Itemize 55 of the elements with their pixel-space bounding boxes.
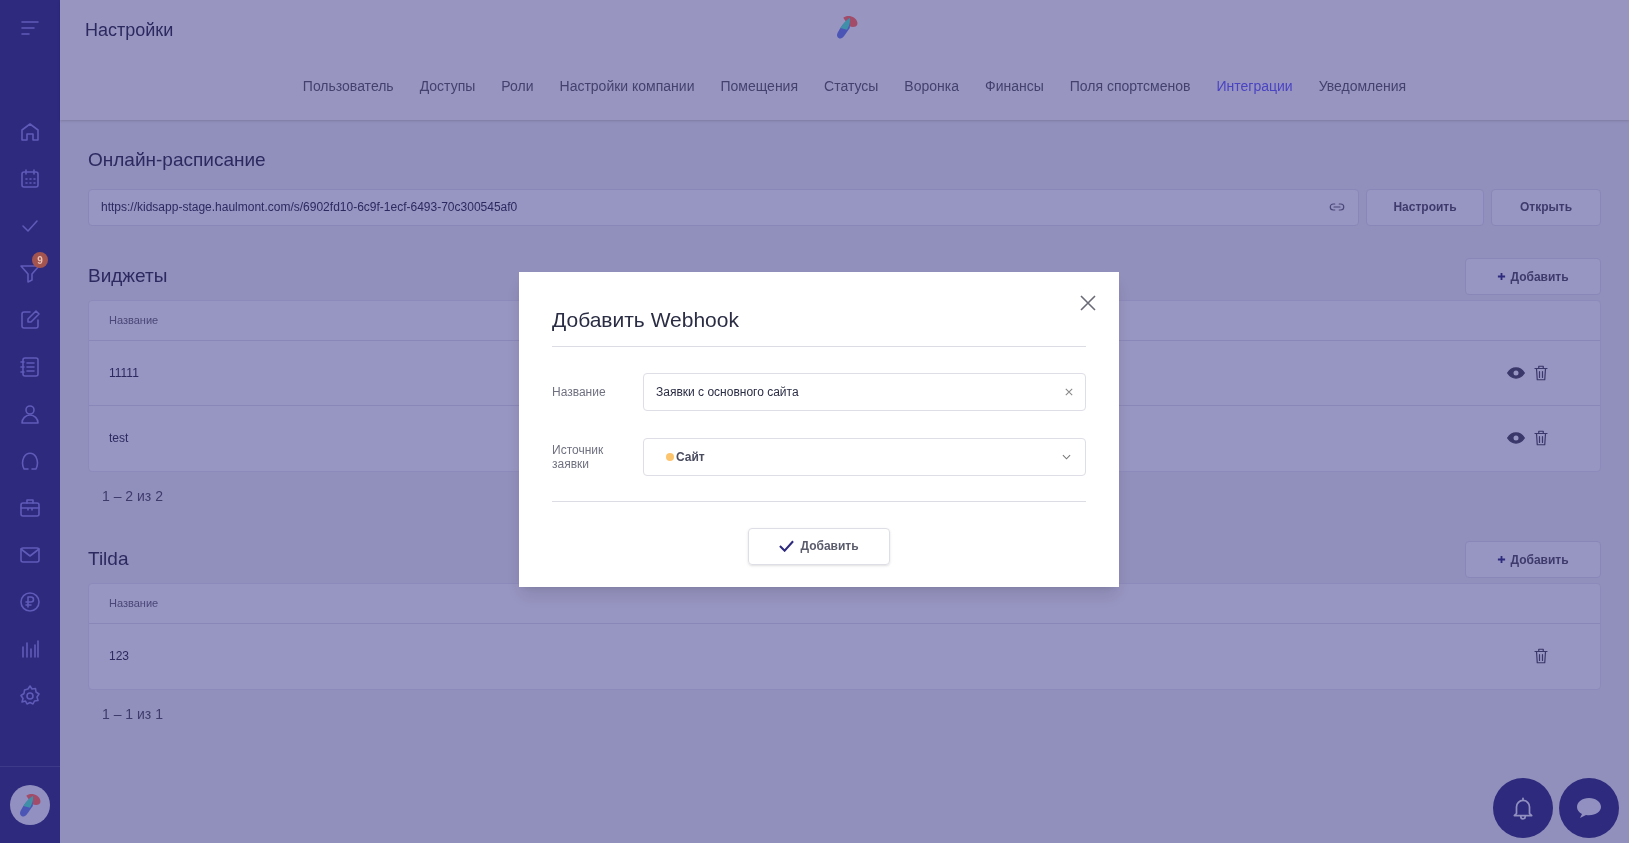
add-button[interactable]: Добавить <box>1465 258 1601 295</box>
trash-icon[interactable] <box>1532 646 1550 666</box>
notification-badge: 9 <box>32 252 48 268</box>
submit-button[interactable]: Добавить <box>748 527 890 565</box>
check-icon <box>779 540 795 552</box>
trash-icon[interactable] <box>1532 428 1550 448</box>
briefcase-icon[interactable] <box>18 496 42 520</box>
nav-tab[interactable]: Интеграции <box>1216 76 1293 97</box>
avatar[interactable] <box>10 785 50 825</box>
add-button[interactable]: Добавить <box>1465 541 1601 578</box>
chat-bubble-icon <box>1575 796 1603 820</box>
nav-tab[interactable]: Роли <box>501 76 534 97</box>
pagination-text: 1 – 1 из 1 <box>102 704 164 724</box>
nav-tab[interactable]: Настройки компании <box>559 76 695 97</box>
nav-tab[interactable]: Помещения <box>720 76 799 97</box>
bell-icon[interactable] <box>1510 795 1536 821</box>
source-select[interactable]: Сайт <box>643 437 1086 476</box>
list-icon[interactable] <box>18 355 42 379</box>
home-icon[interactable] <box>18 120 42 144</box>
calendar-icon[interactable] <box>18 167 42 191</box>
url-field[interactable]: https://kidsapp-stage.haulmont.com/s/6902fd10-6c9f-1ecf-6493-70c300545af0 <box>88 188 1359 226</box>
nav-tab[interactable]: Статусы <box>824 76 879 97</box>
field-label: Название <box>552 384 607 399</box>
notifications-button[interactable] <box>1493 778 1553 838</box>
nav-tab[interactable]: Доступы <box>419 76 476 97</box>
page-title: Настройки <box>85 19 174 42</box>
pagination-text: 1 – 2 из 2 <box>102 486 164 506</box>
configure-button[interactable]: Настроить <box>1366 188 1484 226</box>
chevron-down-icon <box>1062 453 1071 460</box>
close-icon[interactable] <box>1080 295 1096 311</box>
column-header: Название <box>109 312 159 328</box>
field-label: Источник заявки <box>552 442 605 471</box>
nav-tab[interactable]: Поля спортсменов <box>1069 76 1191 97</box>
table-cell-text: test <box>109 430 129 447</box>
nav-tab[interactable]: Финансы <box>985 76 1044 97</box>
table-cell-text: 123 <box>109 648 130 665</box>
section-title: Виджеты <box>88 264 168 289</box>
person-icon[interactable] <box>18 402 42 426</box>
name-field[interactable]: Заявки с основного сайта <box>643 372 1086 411</box>
nav-tab[interactable]: Воронка <box>904 76 959 97</box>
column-header: Название <box>109 595 159 611</box>
plus-icon <box>1497 555 1507 564</box>
plus-icon <box>1497 272 1507 281</box>
open-button[interactable]: Открыть <box>1491 188 1601 226</box>
section-title: Онлайн-расписание <box>88 148 267 172</box>
table-cell-text: 11111 <box>109 364 139 382</box>
clear-icon[interactable] <box>1065 387 1073 396</box>
edit-icon[interactable] <box>18 308 42 332</box>
modal-title: Добавить Webhook <box>552 304 1086 347</box>
settings-icon[interactable] <box>18 684 42 708</box>
section-title: Tilda <box>88 547 129 572</box>
chat-button[interactable] <box>1559 778 1619 838</box>
nav-tab[interactable]: Пользователь <box>302 76 394 97</box>
ruble-icon[interactable] <box>18 590 42 614</box>
nav-tab[interactable]: Уведомления <box>1318 76 1407 97</box>
